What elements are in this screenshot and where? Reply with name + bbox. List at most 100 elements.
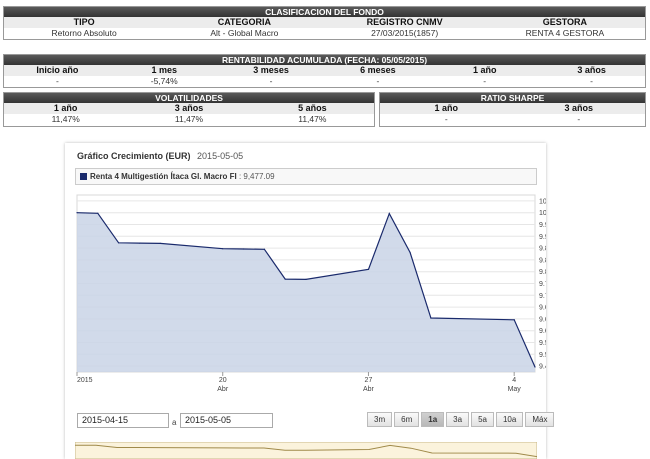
- y-tick-label: 9.68K: [539, 305, 546, 312]
- y-tick-label: 9.84K: [539, 257, 546, 264]
- legend-swatch-icon: [80, 173, 87, 180]
- val-sharpe-1-ano: -: [444, 114, 448, 124]
- col-1-mes: 1 mes: [110, 65, 218, 76]
- data-point: [284, 278, 286, 280]
- col-tipo: TIPO: [4, 17, 165, 28]
- chart-navigator[interactable]: [75, 442, 537, 459]
- chart-title-text: Gráfico Crecimiento (EUR): [77, 151, 191, 161]
- sharpe-panel: RATIO SHARPE 1 año 3 años - -: [379, 92, 646, 127]
- col-categoria: CATEGORIA: [164, 17, 325, 28]
- data-point: [222, 248, 224, 250]
- y-tick-label: 10.00K: [539, 210, 546, 217]
- val-1-mes: -5,74%: [150, 76, 178, 86]
- range-button-max[interactable]: Máx: [525, 412, 555, 427]
- data-point: [430, 317, 432, 319]
- data-point: [388, 212, 390, 215]
- data-point: [367, 268, 370, 270]
- val-6-meses: -: [376, 76, 380, 86]
- val-gestora: RENTA 4 GESTORA: [525, 28, 605, 38]
- y-tick-label: 9.88K: [539, 246, 546, 253]
- clasificacion-panel: CLASIFICACION DEL FONDO TIPO CATEGORIA R…: [3, 6, 646, 40]
- col-gestora: GESTORA: [484, 17, 645, 28]
- y-tick-label: 9.96K: [539, 222, 546, 229]
- val-categoria: Alt - Global Macro: [210, 28, 279, 38]
- y-tick-label: 9.80K: [539, 269, 546, 276]
- chart-legend[interactable]: Renta 4 Multigestión Ítaca Gl. Macro FI …: [75, 168, 537, 185]
- volatilidades-header: VOLATILIDADES: [4, 93, 374, 103]
- data-point: [138, 242, 141, 244]
- growth-chart-card: 9.48K 9.52K 9.56K 9.60K 9.64K 9.68K 9.72K 9.76K…: [65, 143, 555, 459]
- range-selector: 3m 6m 1a 3a 5a 10a Máx: [367, 412, 556, 427]
- data-point: [513, 319, 515, 321]
- volatilidades-table: 1 año 3 años 5 años 11,47% 11,47% 11,47%: [4, 103, 374, 125]
- col-vol-3-anos: 3 años: [127, 103, 251, 114]
- data-point: [534, 366, 536, 368]
- rentabilidad-table: Inicio año 1 mes 3 meses 6 meses 1 año 3…: [4, 65, 645, 87]
- val-inicio-ano: -: [55, 76, 59, 86]
- y-tick-label: 9.56K: [539, 340, 546, 347]
- x-tick-label: 27: [365, 377, 373, 384]
- y-tick-label: 9.72K: [539, 293, 546, 300]
- data-point: [409, 251, 411, 254]
- sharpe-header: RATIO SHARPE: [380, 93, 645, 103]
- val-vol-3-anos: 11,47%: [174, 114, 204, 124]
- col-6-meses: 6 meses: [324, 65, 432, 76]
- sharpe-table: 1 año 3 años - -: [380, 103, 645, 125]
- legend-series-value: : 9,477.09: [238, 172, 275, 181]
- date-range-separator: a: [172, 418, 177, 427]
- x-tick-label: 20: [219, 377, 227, 384]
- col-sharpe-3-anos: 3 años: [512, 103, 645, 114]
- data-point: [263, 248, 265, 250]
- y-tick-label: 9.92K: [539, 234, 546, 241]
- to-date-input[interactable]: 2015-05-05: [180, 413, 273, 428]
- val-3-anos: -: [590, 76, 593, 86]
- data-point: [76, 212, 78, 214]
- val-1-ano: -: [483, 76, 487, 86]
- from-date-input[interactable]: 2015-04-15: [77, 413, 169, 428]
- y-tick-label: 9.76K: [539, 281, 546, 288]
- data-point: [97, 212, 99, 214]
- data-point: [242, 248, 245, 250]
- legend-series-name: Renta 4 Multigestión Ítaca Gl. Macro FI: [90, 172, 237, 181]
- clasificacion-table: TIPO CATEGORIA REGISTRO CNMV GESTORA Ret…: [4, 17, 645, 39]
- data-point: [118, 242, 120, 244]
- y-tick-label: 10.04K: [539, 198, 546, 205]
- range-button-3m[interactable]: 3m: [367, 412, 393, 427]
- col-3-anos: 3 años: [538, 65, 645, 76]
- chart-title-date: 2015-05-05: [197, 151, 244, 161]
- range-button-6m[interactable]: 6m: [394, 412, 420, 427]
- x-tick-sublabel: Abr: [217, 386, 229, 393]
- val-tipo: Retorno Absoluto: [51, 28, 117, 38]
- col-vol-1-ano: 1 año: [4, 103, 128, 114]
- col-3-meses: 3 meses: [217, 65, 325, 76]
- range-button-1a[interactable]: 1a: [421, 412, 445, 427]
- y-tick-label: 9.48K: [539, 364, 546, 371]
- val-vol-5-anos: 11,47%: [298, 114, 327, 124]
- x-tick-sublabel: May: [508, 386, 522, 393]
- val-vol-1-ano: 11,47%: [51, 114, 80, 124]
- clasificacion-header: CLASIFICACION DEL FONDO: [4, 7, 645, 17]
- data-point: [305, 278, 307, 280]
- col-inicio-ano: Inicio año: [4, 65, 111, 76]
- y-tick-label: 9.64K: [539, 316, 546, 323]
- x-tick-label: 2015: [77, 377, 93, 384]
- chart-title: Gráfico Crecimiento (EUR) 2015-05-05: [77, 151, 243, 161]
- data-point: [159, 242, 161, 244]
- col-vol-5-anos: 5 años: [250, 103, 374, 114]
- rentabilidad-header: RENTABILIDAD ACUMULADA (FECHA: 05/05/201…: [4, 55, 645, 65]
- col-1-ano: 1 año: [431, 65, 539, 76]
- range-button-10a[interactable]: 10a: [495, 412, 524, 427]
- y-tick-label: 9.52K: [539, 352, 546, 359]
- volatilidades-panel: VOLATILIDADES 1 año 3 años 5 años 11,47%…: [3, 92, 375, 127]
- x-tick-label: 4: [512, 377, 516, 384]
- range-button-3a[interactable]: 3a: [446, 412, 470, 427]
- val-registro: 27/03/2015(1857): [371, 28, 439, 38]
- rentabilidad-panel: RENTABILIDAD ACUMULADA (FECHA: 05/05/201…: [3, 54, 646, 88]
- col-sharpe-1-ano: 1 año: [380, 103, 513, 114]
- y-tick-label: 9.60K: [539, 328, 546, 335]
- x-tick-sublabel: Abr: [363, 386, 375, 393]
- val-sharpe-3-anos: -: [577, 114, 581, 124]
- val-3-meses: -: [269, 76, 273, 86]
- col-registro: REGISTRO CNMV: [324, 17, 485, 28]
- range-button-5a[interactable]: 5a: [471, 412, 494, 427]
